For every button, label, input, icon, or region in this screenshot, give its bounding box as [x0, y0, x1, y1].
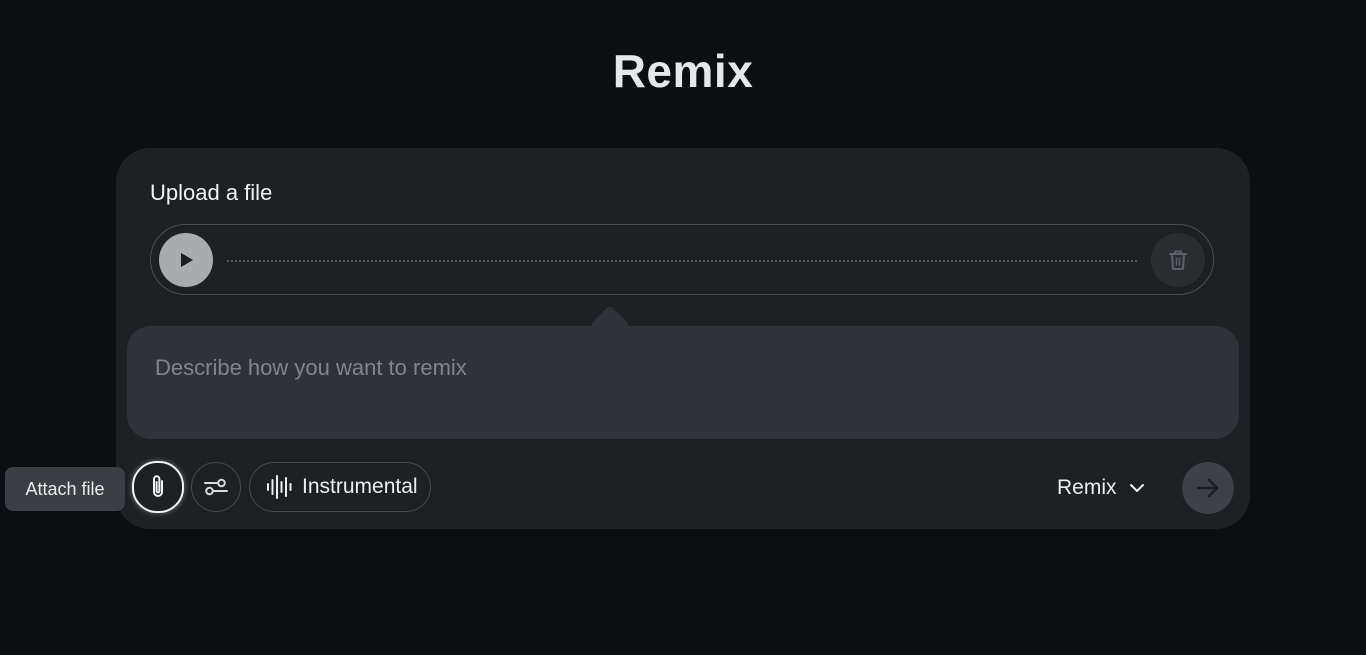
trash-icon [1169, 250, 1187, 270]
submit-button[interactable] [1182, 462, 1234, 514]
settings-button[interactable] [191, 462, 241, 512]
chevron-down-icon [1129, 484, 1144, 492]
play-button[interactable] [159, 233, 213, 287]
waveform-icon [267, 475, 292, 499]
delete-file-button[interactable] [1151, 233, 1205, 287]
audio-waveform[interactable] [227, 260, 1137, 262]
mode-label: Remix [1057, 476, 1117, 499]
remix-prompt-input[interactable] [155, 350, 1205, 386]
audio-player [150, 224, 1214, 295]
page-title: Remix [612, 45, 754, 97]
instrumental-toggle[interactable]: Instrumental [249, 462, 431, 512]
remix-page: Remix Upload a file Describe how you wan… [0, 0, 1366, 655]
paperclip-icon [153, 475, 163, 497]
remix-card: Upload a file Describe how you want to r… [116, 148, 1250, 529]
mode-dropdown[interactable]: Remix [1057, 472, 1145, 504]
prompt-box [127, 326, 1239, 439]
play-icon [181, 253, 193, 267]
instrumental-label: Instrumental [302, 475, 418, 498]
arrow-right-icon [1196, 478, 1219, 498]
attach-file-tooltip: Attach file [5, 467, 125, 511]
attach-file-button[interactable] [132, 461, 184, 513]
sliders-icon [204, 478, 228, 496]
upload-label: Upload a file [150, 180, 273, 205]
